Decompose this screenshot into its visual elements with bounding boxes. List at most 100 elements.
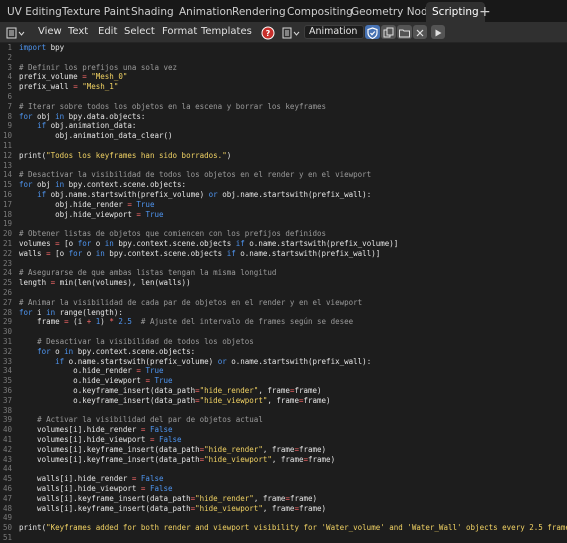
line-number: 31: [2, 337, 12, 346]
code-line[interactable]: walls[i].keyframe_insert(data_path="hide…: [19, 504, 326, 514]
line-number: 17: [2, 199, 12, 209]
line-number: 44: [2, 464, 12, 474]
code-line[interactable]: obj.hide_render = True: [19, 200, 154, 210]
line-number: 25: [2, 278, 12, 288]
code-line[interactable]: o.hide_viewport = True: [19, 376, 172, 386]
line-number: 27: [2, 297, 12, 307]
code-line[interactable]: volumes[i].hide_render = False: [19, 425, 172, 435]
code-line[interactable]: walls[i].hide_viewport = False: [19, 484, 172, 494]
code-line[interactable]: for o in bpy.context.scene.objects:: [19, 347, 195, 357]
fake-user-button[interactable]: [365, 25, 380, 40]
line-number: 12: [2, 150, 12, 160]
code-line[interactable]: print("Todos los keyframes han sido borr…: [19, 151, 231, 161]
code-line[interactable]: for obj in bpy.data.objects:: [19, 112, 145, 122]
workspace-tabs-bar: UV Editing Texture Paint Shading Animati…: [0, 0, 567, 22]
code-line[interactable]: # Asegurarse de que ambas listas tengan …: [19, 268, 276, 278]
line-number: 20: [2, 229, 12, 239]
tab-scripting[interactable]: Scripting: [426, 2, 485, 22]
line-number: 42: [2, 444, 12, 454]
line-number: 46: [2, 484, 12, 493]
code-line[interactable]: walls[i].hide_render = False: [19, 474, 163, 484]
code-line[interactable]: # Animar la visibilidad de cada par de o…: [19, 298, 362, 308]
line-number: 14: [2, 170, 12, 180]
menu-text[interactable]: Text: [68, 22, 88, 42]
text-datablock-icon: [282, 27, 300, 39]
unlink-text-button[interactable]: [413, 25, 427, 39]
line-number: 40: [2, 425, 12, 435]
code-line[interactable]: prefix_volume = "Mesh_0": [19, 72, 127, 82]
line-number: 7: [7, 101, 12, 111]
tab-compositing[interactable]: Compositing: [287, 2, 353, 22]
menu-format[interactable]: Format: [162, 22, 197, 42]
shield-icon: [367, 27, 378, 40]
tab-uv-editing[interactable]: UV Editing: [7, 2, 62, 22]
code-line[interactable]: obj.animation_data_clear(): [19, 131, 172, 141]
code-line[interactable]: for i in range(length):: [19, 308, 123, 318]
code-line[interactable]: obj.hide_viewport = True: [19, 210, 163, 220]
text-name-value: Animation: [309, 26, 358, 37]
run-script-button[interactable]: [431, 25, 445, 39]
code-line[interactable]: volumes = [o for o in bpy.context.scene.…: [19, 239, 398, 249]
code-line[interactable]: walls = [o for o in bpy.context.scene.ob…: [19, 249, 380, 259]
menu-view[interactable]: View: [38, 22, 62, 42]
code-line[interactable]: volumes[i].keyframe_insert(data_path="hi…: [19, 455, 335, 465]
code-line[interactable]: # Obtener listas de objetos que comience…: [19, 229, 326, 239]
code-line[interactable]: volumes[i].keyframe_insert(data_path="hi…: [19, 445, 326, 455]
code-line[interactable]: walls[i].keyframe_insert(data_path="hide…: [19, 494, 317, 504]
line-number: 41: [2, 435, 12, 444]
code-editor[interactable]: 1 import bpy 2 3 # Definir los prefijos una …: [0, 43, 567, 542]
code-line[interactable]: if o.name.startswith(prefix_volume) or o…: [19, 357, 371, 367]
code-line[interactable]: length = min(len(volumes), len(walls)): [19, 278, 191, 288]
duplicate-text-button[interactable]: [381, 25, 396, 39]
line-number: 9: [7, 121, 12, 131]
line-number: 36: [2, 386, 12, 395]
code-line[interactable]: o.keyframe_insert(data_path="hide_render…: [19, 386, 321, 396]
menu-templates[interactable]: Templates: [201, 22, 252, 42]
close-icon: [416, 29, 424, 37]
tab-texture-paint[interactable]: Texture Paint: [62, 2, 130, 22]
line-number: 43: [2, 454, 12, 464]
code-line[interactable]: if obj.name.startswith(prefix_volume) or…: [19, 190, 371, 200]
line-number: 23: [2, 258, 12, 268]
editor-type-button[interactable]: [6, 25, 26, 39]
help-warning-icon: ?: [261, 26, 275, 40]
line-number: 2: [7, 52, 12, 62]
code-line[interactable]: o.keyframe_insert(data_path="hide_viewpo…: [19, 396, 330, 406]
code-line[interactable]: for obj in bpy.context.scene.objects:: [19, 180, 186, 190]
line-number: 4: [7, 72, 12, 82]
line-number: 1: [7, 43, 12, 52]
menu-edit[interactable]: Edit: [98, 22, 117, 42]
line-number: 38: [2, 405, 12, 415]
code-line[interactable]: volumes[i].hide_viewport = False: [19, 435, 182, 445]
code-line[interactable]: prefix_wall = "Mesh_1": [19, 82, 118, 92]
line-number: 50: [2, 523, 12, 533]
code-line[interactable]: # Activar la visibilidad del par de obje…: [19, 415, 263, 425]
open-text-button[interactable]: [397, 25, 412, 39]
add-workspace-button[interactable]: +: [479, 2, 491, 22]
svg-text:?: ?: [266, 29, 271, 38]
tab-rendering[interactable]: Rendering: [232, 2, 286, 22]
line-number: 10: [2, 131, 12, 141]
text-editor-header: View Text Edit Select Format Templates ?…: [0, 22, 567, 43]
code-line[interactable]: # Iterar sobre todos los objetos en la e…: [19, 102, 326, 112]
code-line[interactable]: if obj.animation_data:: [19, 121, 136, 131]
code-line[interactable]: frame = (i + 1) * 2.5 # Ajuste del inter…: [19, 317, 353, 327]
menu-select[interactable]: Select: [124, 22, 155, 42]
text-name-field[interactable]: Animation: [304, 25, 364, 39]
line-number: 16: [2, 190, 12, 199]
line-number: 33: [2, 356, 12, 366]
code-line[interactable]: # Definir los prefijos una sola vez: [19, 63, 177, 73]
line-number: 39: [2, 415, 12, 425]
code-line[interactable]: # Desactivar la visibilidad de todos los…: [19, 170, 371, 180]
text-browse-button[interactable]: [282, 25, 302, 39]
code-line[interactable]: # Desactivar la visibilidad de todos los…: [19, 337, 254, 347]
code-line[interactable]: import bpy: [19, 43, 64, 53]
warning-button[interactable]: ?: [260, 25, 276, 40]
tab-shading[interactable]: Shading: [131, 2, 174, 22]
code-line[interactable]: print("Keyframes added for both render a…: [19, 523, 567, 533]
code-line[interactable]: o.hide_render = True: [19, 366, 163, 376]
line-number: 32: [2, 346, 12, 356]
line-number: 19: [2, 219, 12, 229]
line-number: 5: [7, 82, 12, 92]
tab-animation[interactable]: Animation: [179, 2, 233, 22]
